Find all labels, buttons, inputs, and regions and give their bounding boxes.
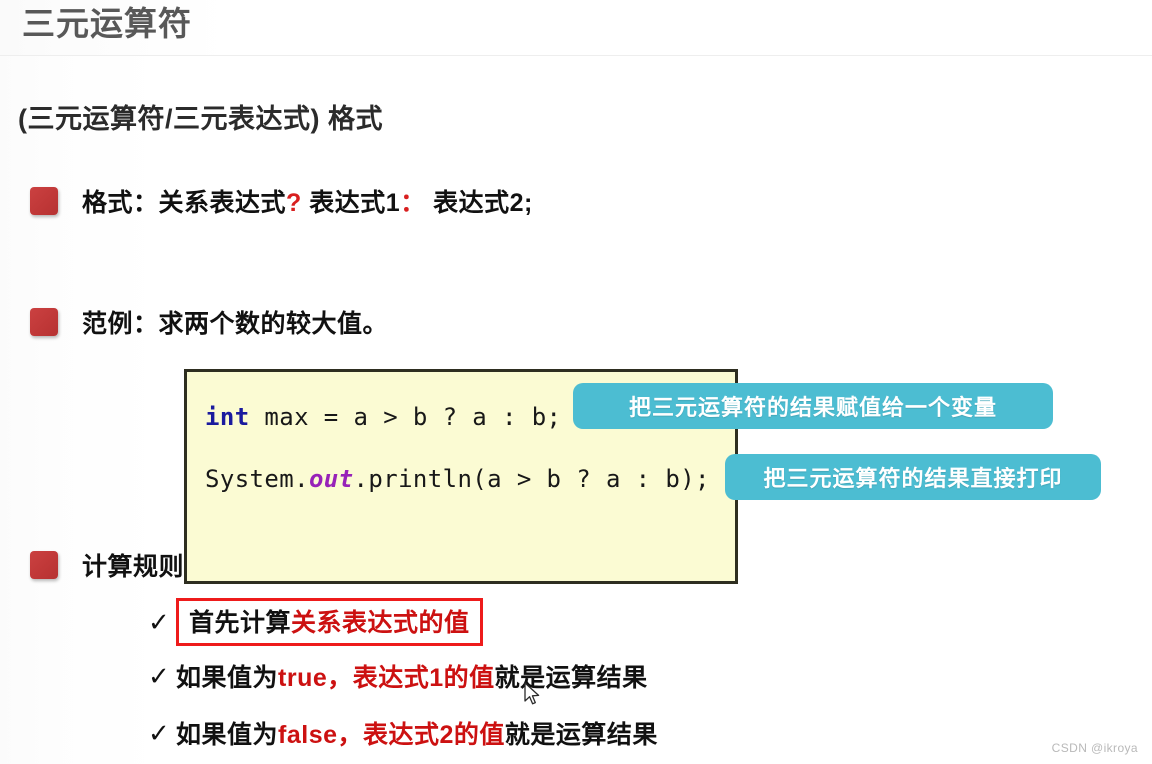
bullet-item-example: 范例：求两个数的较大值。 [30,304,388,340]
rule-2-red-text: true，表达式1的值 [278,664,495,692]
bullet-label-rules: 计算规则 [82,553,185,581]
code-line-2-pre: System. [205,465,309,493]
slide-subtitle: (三元运算符/三元表达式) 格式 [18,104,383,134]
callout-print-result: 把三元运算符的结果直接打印 [725,454,1101,500]
bullet-square-icon [30,551,58,579]
bullet-square-icon [30,187,58,215]
rule-text-true: 如果值为true，表达式1的值就是运算结果 [176,658,648,694]
rule-2-black-text-end: 就是运算结果 [494,664,648,692]
rule-item-evaluate-condition: ✓ 首先计算关系表达式的值 [148,598,483,646]
code-line-declaration: int max = a > b ? a : b; [205,403,561,431]
callout-assign-result: 把三元运算符的结果赋值给一个变量 [573,383,1053,429]
bullet-square-icon [30,308,58,336]
rule-text-boxed: 首先计算关系表达式的值 [176,598,483,646]
slide-header: 三元运算符 [0,0,1152,56]
rule-2-black-text: 如果值为 [176,664,279,692]
check-icon: ✓ [148,718,170,748]
format-mid-text: 表达式1 [301,189,401,217]
code-line-println: System.out.println(a > b ? a : b); [205,465,710,493]
rule-1-black-text: 首先计算 [189,609,292,637]
format-prefix-text: 格式：关系表达式 [82,189,287,217]
code-field-out: out [308,465,354,493]
format-colon-operator: ： [400,189,426,217]
code-line-1-rest: max = a > b ? a : b; [249,403,562,431]
code-line-2-post: .println(a > b ? a : b); [353,465,710,493]
rule-1-red-text: 关系表达式的值 [291,609,470,637]
bullet-label-format: 格式：关系表达式? 表达式1： 表达式2; [82,183,533,219]
code-keyword-int: int [205,403,250,431]
rule-3-black-text: 如果值为 [176,721,279,749]
check-icon: ✓ [148,607,170,637]
rule-item-true-branch: ✓ 如果值为true，表达式1的值就是运算结果 [148,658,648,694]
bullet-item-rules: 计算规则 [30,547,184,583]
page-title: 三元运算符 [22,5,192,42]
bullet-label-example: 范例：求两个数的较大值。 [82,310,389,338]
rule-text-false: 如果值为false，表达式2的值就是运算结果 [176,715,658,751]
format-suffix-text: 表达式2; [425,189,533,217]
slide-body: (三元运算符/三元表达式) 格式 格式：关系表达式? 表达式1： 表达式2; 范… [0,56,1152,764]
rule-3-black-text-end: 就是运算结果 [504,721,658,749]
watermark: CSDN @ikroya [1051,741,1138,755]
rule-3-red-text: false，表达式2的值 [278,721,505,749]
bullet-item-format: 格式：关系表达式? 表达式1： 表达式2; [30,183,533,219]
check-icon: ✓ [148,661,170,691]
rule-item-false-branch: ✓ 如果值为false，表达式2的值就是运算结果 [148,715,658,751]
format-question-operator: ? [286,189,302,217]
